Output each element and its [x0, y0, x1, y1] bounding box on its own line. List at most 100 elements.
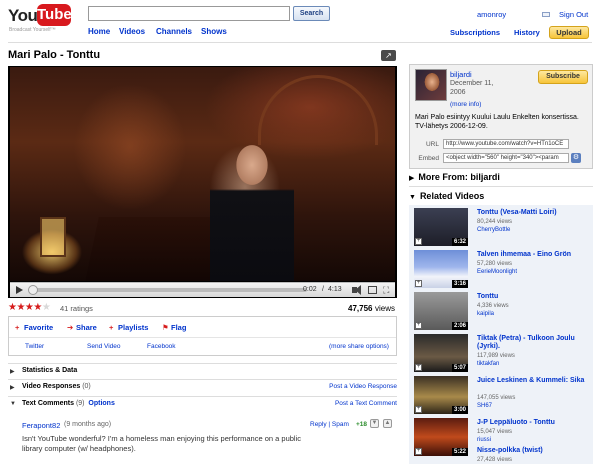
related-video-user[interactable]: EerieMoonlight: [477, 269, 517, 275]
video-thumbnail[interactable]: + 3:00: [414, 376, 468, 414]
more-info-link[interactable]: (more info): [450, 101, 481, 108]
related-video-user[interactable]: CherryBottle: [477, 227, 510, 233]
related-video-title[interactable]: Tonttu: [477, 293, 591, 301]
related-video-title[interactable]: Nisse-polkka (twist): [477, 447, 591, 455]
comment-text: Isn't YouTube wonderful? I'm a homeless …: [22, 434, 301, 453]
comment-author[interactable]: Ferapont82: [22, 421, 60, 430]
video-frame[interactable]: [10, 67, 395, 281]
subscribe-button[interactable]: Subscribe: [538, 70, 588, 84]
comment-score: +18: [356, 421, 368, 428]
expand-arrow-icon: ▶: [409, 175, 415, 182]
fullscreen-icon[interactable]: ⛶: [383, 285, 389, 295]
volume-icon[interactable]: [352, 285, 361, 295]
video-title: Mari Palo - Tonttu: [8, 49, 101, 61]
seek-handle[interactable]: [28, 285, 38, 295]
seek-bar[interactable]: [33, 288, 307, 292]
share-send-video[interactable]: Send Video: [87, 343, 121, 350]
history-link[interactable]: History: [514, 28, 540, 37]
list-item[interactable]: + 6:32 Tonttu (Vesa-Matti Loiri) 80,244 …: [409, 205, 593, 247]
url-field[interactable]: http://www.youtube.com/watch?v=HTn1oCE: [443, 139, 569, 149]
popout-icon[interactable]: ↗: [381, 50, 396, 61]
youtube-logo[interactable]: You Tube Broadcast Yourself™: [8, 4, 72, 33]
add-to-queue-icon[interactable]: +: [415, 322, 422, 329]
more-share-options[interactable]: (more share options): [329, 343, 389, 350]
stars-full: ★★★★: [8, 302, 42, 313]
related-video-user[interactable]: tiktakfan: [477, 361, 499, 367]
search-button[interactable]: Search: [293, 6, 330, 21]
related-video-views: 15,047 views: [477, 429, 513, 435]
share-twitter[interactable]: Twitter: [25, 343, 44, 350]
embed-field[interactable]: <object width="560" height="340"><param: [443, 153, 569, 163]
nav-shows[interactable]: Shows: [201, 27, 227, 36]
mail-icon[interactable]: [542, 12, 550, 17]
subscriptions-link[interactable]: Subscriptions: [450, 28, 500, 37]
related-video-title[interactable]: Tiktak (Petra) - Tulkoon Joulu (Jyrki).: [477, 335, 591, 351]
search-input[interactable]: [88, 6, 290, 21]
video-scene-arch: [258, 75, 378, 145]
stars-empty: ★: [41, 302, 51, 313]
add-to-queue-icon[interactable]: +: [415, 280, 422, 287]
related-video-title[interactable]: J-P Leppäluoto - Tonttu: [477, 419, 591, 427]
sign-out-link[interactable]: Sign Out: [559, 10, 588, 19]
list-item[interactable]: Nisse-polkka (twist) 27,428 views: [409, 443, 593, 464]
username-link[interactable]: amonroy: [477, 10, 506, 19]
favorite-button[interactable]: + Favorite: [15, 323, 53, 332]
playlists-button[interactable]: + Playlists: [109, 323, 148, 332]
share-button[interactable]: ➔ Share: [67, 323, 97, 332]
list-item[interactable]: + 2:06 Tonttu 4,336 views kaipila: [409, 289, 593, 331]
related-video-views: 57,280 views: [477, 261, 513, 267]
list-item[interactable]: + 5:07 Tiktak (Petra) - Tulkoon Joulu (J…: [409, 331, 593, 373]
comment-options-link[interactable]: Options: [88, 400, 114, 407]
play-icon[interactable]: [16, 286, 23, 294]
arrow-icon: ➔: [67, 323, 74, 332]
related-video-title[interactable]: Tonttu (Vesa-Matti Loiri): [477, 209, 591, 217]
video-scene-candle: [40, 217, 66, 257]
nav-home[interactable]: Home: [88, 27, 110, 36]
duration-badge: 3:16: [451, 280, 468, 288]
plus-icon: +: [109, 323, 114, 332]
list-item[interactable]: + 3:00 Juice Leskinen & Kummeli: Sika 14…: [409, 373, 593, 415]
related-videos-header[interactable]: ▼ Related Videos: [409, 191, 484, 201]
share-facebook[interactable]: Facebook: [147, 343, 176, 350]
add-to-queue-icon[interactable]: +: [415, 364, 422, 371]
related-video-user[interactable]: SH67: [477, 403, 492, 409]
statistics-section[interactable]: ▶ Statistics & Data: [8, 363, 397, 379]
nav-channels[interactable]: Channels: [156, 27, 192, 36]
thumb-up-icon[interactable]: ▲: [383, 419, 392, 428]
comment-reply-spam[interactable]: Reply | Spam: [310, 421, 349, 428]
video-thumbnail[interactable]: + 3:16: [414, 250, 468, 288]
video-responses-section[interactable]: ▶ Video Responses (0) Post a Video Respo…: [8, 379, 397, 395]
video-scene-singer: [210, 129, 294, 281]
text-comments-title: Text Comments: [22, 400, 74, 407]
video-thumbnail[interactable]: + 5:07: [414, 334, 468, 372]
video-thumbnail[interactable]: + 6:32: [414, 208, 468, 246]
thumb-down-icon[interactable]: ▼: [370, 419, 379, 428]
add-to-queue-icon[interactable]: +: [415, 238, 422, 245]
video-description: Mari Palo esiintyy Kuului Laulu Enkelten…: [415, 114, 579, 130]
related-video-user[interactable]: kaipila: [477, 311, 494, 317]
channel-info-box: biljardi December 11, 2006 (more info) S…: [409, 64, 593, 169]
favorite-label: Favorite: [24, 323, 54, 332]
add-to-queue-icon[interactable]: +: [415, 406, 422, 413]
avatar[interactable]: [415, 69, 447, 101]
more-from-header[interactable]: ▶ More From: biljardi: [409, 172, 500, 182]
upload-button[interactable]: Upload: [549, 26, 589, 39]
post-text-comment-link[interactable]: Post a Text Comment: [335, 400, 397, 407]
player-size-icon[interactable]: [368, 286, 377, 294]
related-videos-label: Related Videos: [419, 191, 485, 201]
gear-icon[interactable]: ⚙: [571, 153, 581, 163]
text-comments-section[interactable]: ▼ Text Comments (9) Options Post a Text …: [8, 396, 397, 412]
list-item[interactable]: + 3:16 Talven ihmemaa - Eino Grön 57,280…: [409, 247, 593, 289]
playlists-label: Playlists: [118, 323, 149, 332]
post-video-response-link[interactable]: Post a Video Response: [329, 383, 397, 390]
related-video-title[interactable]: Juice Leskinen & Kummeli: Sika: [477, 377, 591, 385]
flag-button[interactable]: ⚑ Flag: [162, 323, 186, 332]
star-rating[interactable]: ★★★★★: [8, 302, 51, 313]
view-count: 47,756: [348, 304, 373, 313]
more-from-divider: [409, 186, 593, 187]
related-video-title[interactable]: Talven ihmemaa - Eino Grön: [477, 251, 591, 259]
channel-name[interactable]: biljardi: [450, 70, 472, 79]
nav-videos[interactable]: Videos: [119, 27, 145, 36]
video-thumbnail[interactable]: + 2:06: [414, 292, 468, 330]
video-player[interactable]: 0:02 / 4:13 ⛶: [8, 66, 397, 298]
